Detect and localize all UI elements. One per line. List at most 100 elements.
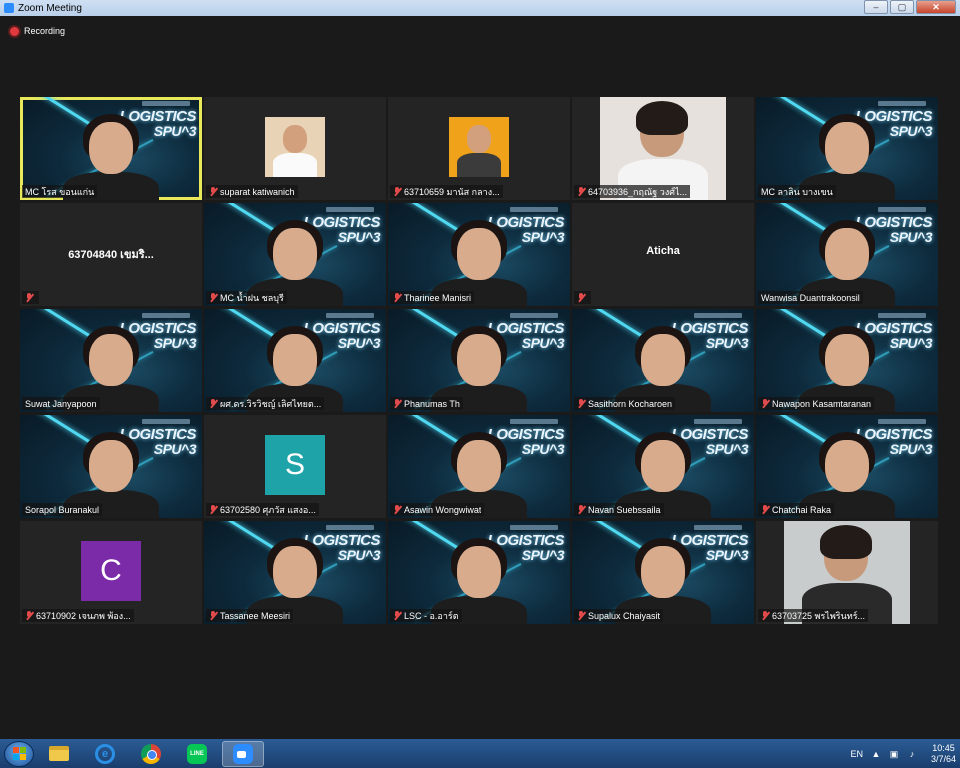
participant-tile[interactable]: LOGISTICS SPU^3 Sasithorn Kocharoen xyxy=(572,309,754,412)
recording-indicator[interactable]: Recording xyxy=(10,26,65,36)
sponsor-logos xyxy=(142,313,190,318)
participant-name-tag: ผศ.ดร.วิรวิชญ์ เลิศไทยต... xyxy=(206,397,325,410)
recording-label: Recording xyxy=(24,26,66,36)
participant-tile[interactable]: LOGISTICS SPU^3 Supalux Chaiyasit xyxy=(572,521,754,624)
participant-tile[interactable]: LOGISTICS SPU^3 MC โรส ขอนแก่น xyxy=(20,97,202,200)
participant-name: LSC - อ.อาร์ต xyxy=(404,610,459,621)
gallery-view: LOGISTICS SPU^3 MC โรส ขอนแก่น suparat kati… xyxy=(20,97,938,624)
participant-tile[interactable]: LOGISTICS SPU^3 Phanumas Th xyxy=(388,309,570,412)
taskbar-internet-explorer[interactable]: e xyxy=(84,741,126,767)
zoom-icon xyxy=(233,743,253,764)
clock-time: 10:45 xyxy=(932,742,955,753)
clock-date: 3/7/64 xyxy=(930,753,956,764)
mic-muted-icon xyxy=(209,505,217,514)
participant-tile[interactable]: LOGISTICS SPU^3 LSC - อ.อาร์ต xyxy=(388,521,570,624)
sponsor-logos xyxy=(694,313,742,318)
person-head xyxy=(457,228,501,280)
participant-tile[interactable]: LOGISTICS SPU^3 Chatchai Raka xyxy=(756,415,938,518)
sponsor-logos xyxy=(326,525,374,530)
participant-name: suparat katiwanich xyxy=(220,186,295,197)
mic-muted-icon xyxy=(393,611,401,620)
mic-muted-icon xyxy=(209,611,217,620)
participant-tile[interactable]: LOGISTICS SPU^3 MC น้ำฝน ชลบุรี xyxy=(204,203,386,306)
participant-name-tag: Suwat Janyapoon xyxy=(22,397,100,410)
participant-tile[interactable]: 63704840 เขมริ... xyxy=(20,203,202,306)
start-button[interactable] xyxy=(4,740,34,767)
system-tray: EN ▲ ▣ ♪ 10:45 3/7/64 xyxy=(850,739,956,768)
participant-name-tag: suparat katiwanich xyxy=(206,185,298,198)
window-title: Zoom Meeting xyxy=(18,2,82,14)
minimize-button[interactable]: – xyxy=(864,0,888,14)
participant-tile[interactable]: 63703725 พรไพรินทร์... xyxy=(756,521,938,624)
participant-name-tag: Asawin Wongwiwat xyxy=(390,503,485,516)
participant-tile[interactable]: LOGISTICS SPU^3 MC ลาลิน บางเขน xyxy=(756,97,938,200)
participant-tile[interactable]: LOGISTICS SPU^3 Wanwisa Duantrakoonsil xyxy=(756,203,938,306)
sponsor-logos xyxy=(142,419,190,424)
person-head xyxy=(273,334,317,386)
participant-tile[interactable]: LOGISTICS SPU^3 Suwat Janyapoon xyxy=(20,309,202,412)
show-hidden-icons-icon[interactable]: ▲ xyxy=(871,749,881,759)
participant-name-tag: LSC - อ.อาร์ต xyxy=(390,609,462,622)
participant-tile[interactable]: LOGISTICS SPU^3 Tassanee Meesiri xyxy=(204,521,386,624)
person-head xyxy=(273,546,317,598)
profile-photo xyxy=(265,117,325,177)
participant-name: 63710659 มานัส กลาง... xyxy=(404,186,500,197)
participant-name: Supalux Chaiyasit xyxy=(588,610,661,621)
participant-tile[interactable]: LOGISTICS SPU^3 Sorapol Buranakul xyxy=(20,415,202,518)
participant-name-tag: MC ลาลิน บางเขน xyxy=(758,185,836,198)
mic-muted-icon xyxy=(393,505,401,514)
window-controls: – ▢ ✕ xyxy=(864,0,956,14)
participant-tile[interactable]: Aticha xyxy=(572,203,754,306)
participant-name-tag: 63710902 เจนภพ พ้อง... xyxy=(22,609,134,622)
participant-name-tag: Nawapon Kasamtaranan xyxy=(758,397,875,410)
language-indicator[interactable]: EN xyxy=(850,749,863,759)
taskbar-chrome[interactable] xyxy=(130,741,172,767)
participant-name: 63702580 ศุภวัส แสงอ... xyxy=(220,504,316,515)
participant-name: Chatchai Raka xyxy=(772,504,832,515)
mic-muted-icon xyxy=(209,187,217,196)
avatar: S xyxy=(265,435,325,495)
person-head xyxy=(273,228,317,280)
participant-display-name: 63704840 เขมริ... xyxy=(68,249,154,261)
participant-tile[interactable]: 64703936_กฤณัฐ วงศ์ไ... xyxy=(572,97,754,200)
participant-name-tag xyxy=(22,291,39,304)
sponsor-logos xyxy=(878,419,926,424)
windows-logo-icon xyxy=(12,747,26,760)
mic-muted-icon xyxy=(209,399,217,408)
sponsor-logos xyxy=(510,313,558,318)
profile-photo xyxy=(449,117,509,177)
participant-tile[interactable]: LOGISTICS SPU^3 Nawapon Kasamtaranan xyxy=(756,309,938,412)
participant-name: Tharinee Manisri xyxy=(404,292,472,303)
participant-tile[interactable]: LOGISTICS SPU^3 Navan Suebssaila xyxy=(572,415,754,518)
mic-muted-icon xyxy=(25,293,33,302)
participant-name: 64703936_กฤณัฐ วงศ์ไ... xyxy=(588,186,687,197)
participant-tile[interactable]: C 63710902 เจนภพ พ้อง... xyxy=(20,521,202,624)
person-head xyxy=(825,228,869,280)
volume-icon[interactable]: ♪ xyxy=(907,749,917,759)
mic-muted-icon xyxy=(577,505,585,514)
close-button[interactable]: ✕ xyxy=(916,0,956,14)
participant-name-tag: 63703725 พรไพรินทร์... xyxy=(758,609,869,622)
participant-name: Asawin Wongwiwat xyxy=(404,504,482,515)
sponsor-logos xyxy=(878,207,926,212)
maximize-button[interactable]: ▢ xyxy=(890,0,914,14)
person-head xyxy=(457,334,501,386)
chrome-icon xyxy=(141,743,161,764)
participant-tile[interactable]: suparat katiwanich xyxy=(204,97,386,200)
participant-tile[interactable]: 63710659 มานัส กลาง... xyxy=(388,97,570,200)
participant-name: 63710902 เจนภพ พ้อง... xyxy=(36,610,131,621)
participant-tile[interactable]: LOGISTICS SPU^3 Asawin Wongwiwat xyxy=(388,415,570,518)
participant-name-tag: Sorapol Buranakul xyxy=(22,503,103,516)
participant-name: MC ลาลิน บางเขน xyxy=(761,186,833,197)
taskbar-line[interactable]: LINE xyxy=(176,741,218,767)
taskbar-explorer[interactable] xyxy=(38,741,80,767)
participant-tile[interactable]: LOGISTICS SPU^3 ผศ.ดร.วิรวิชญ์ เลิศไทยต... xyxy=(204,309,386,412)
person-head xyxy=(457,440,501,492)
participant-tile[interactable]: S 63702580 ศุภวัส แสงอ... xyxy=(204,415,386,518)
participant-name-tag: 63702580 ศุภวัส แสงอ... xyxy=(206,503,319,516)
system-clock[interactable]: 10:45 3/7/64 xyxy=(931,743,956,765)
taskbar-zoom[interactable] xyxy=(222,740,264,767)
participant-tile[interactable]: LOGISTICS SPU^3 Tharinee Manisri xyxy=(388,203,570,306)
network-icon[interactable]: ▣ xyxy=(889,749,899,759)
record-icon xyxy=(10,26,19,36)
